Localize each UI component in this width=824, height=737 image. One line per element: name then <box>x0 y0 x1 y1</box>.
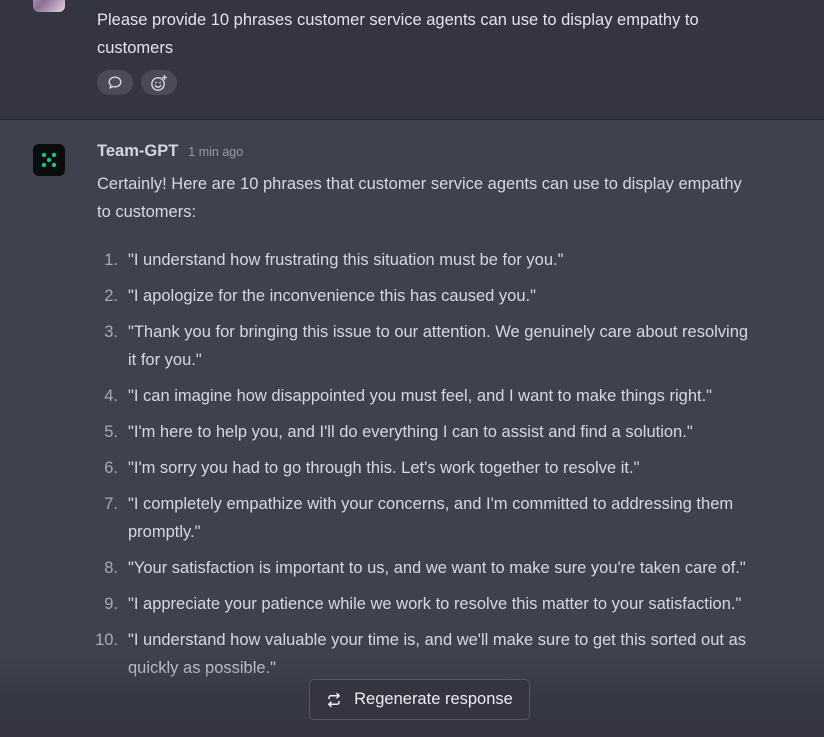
user-message-text: Please provide 10 phrases customer servi… <box>97 11 699 57</box>
list-number: 1. <box>104 251 118 269</box>
regenerate-response-button[interactable]: Regenerate response <box>309 679 530 720</box>
list-text: "I apologize for the inconvenience this … <box>128 287 536 305</box>
comment-button[interactable] <box>97 70 133 95</box>
user-avatar <box>33 0 65 12</box>
list-item: 2. "I apologize for the inconvenience th… <box>90 282 750 310</box>
add-reaction-button[interactable] <box>141 70 177 95</box>
assistant-intro: Certainly! Here are 10 phrases that cust… <box>97 175 742 221</box>
user-message: Please provide 10 phrases customer servi… <box>0 0 824 120</box>
assistant-message: Team-GPT 1 min ago Certainly! Here are 1… <box>0 120 824 737</box>
assistant-header: Team-GPT 1 min ago <box>97 142 243 161</box>
list-number: 9. <box>104 595 118 613</box>
message-timestamp: 1 min ago <box>188 145 244 159</box>
team-gpt-logo-icon <box>33 144 65 176</box>
list-text: "I understand how frustrating this situa… <box>128 251 564 269</box>
list-item: 3. "Thank you for bringing this issue to… <box>90 318 750 374</box>
list-text: "I can imagine how disappointed you must… <box>128 387 713 405</box>
list-item: 7. "I completely empathize with your con… <box>90 490 750 546</box>
list-text: "Thank you for bringing this issue to ou… <box>128 323 749 369</box>
list-text: "I appreciate your patience while we wor… <box>128 595 742 613</box>
comment-icon <box>108 76 122 89</box>
phrase-list: 1. "I understand how frustrating this si… <box>90 246 750 690</box>
list-item: 8. "Your satisfaction is important to us… <box>90 554 750 582</box>
list-text: "I completely empathize with your concer… <box>128 495 734 541</box>
reaction-row <box>97 70 177 95</box>
list-item: 4. "I can imagine how disappointed you m… <box>90 382 750 410</box>
list-number: 4. <box>104 387 118 405</box>
list-number: 3. <box>104 323 118 341</box>
regenerate-icon <box>328 692 341 707</box>
list-text: "Your satisfaction is important to us, a… <box>128 559 746 577</box>
list-number: 6. <box>104 459 118 477</box>
list-item: 5. "I'm here to help you, and I'll do ev… <box>90 418 750 446</box>
list-item: 6. "I'm sorry you had to go through this… <box>90 454 750 482</box>
add-reaction-icon <box>151 74 168 91</box>
team-gpt-dots-icon <box>41 152 57 168</box>
list-item: 9. "I appreciate your patience while we … <box>90 590 750 618</box>
list-number: 10. <box>95 631 118 649</box>
list-text: "I'm here to help you, and I'll do every… <box>128 423 693 441</box>
list-item: 1. "I understand how frustrating this si… <box>90 246 750 274</box>
assistant-name: Team-GPT <box>97 142 179 160</box>
list-number: 2. <box>104 287 118 305</box>
list-number: 8. <box>104 559 118 577</box>
regenerate-label: Regenerate response <box>354 690 513 708</box>
list-text: "I understand how valuable your time is,… <box>128 631 747 677</box>
list-text: "I'm sorry you had to go through this. L… <box>128 459 640 477</box>
list-number: 7. <box>104 495 118 513</box>
list-item: 10. "I understand how valuable your time… <box>90 626 750 682</box>
list-number: 5. <box>104 423 118 441</box>
